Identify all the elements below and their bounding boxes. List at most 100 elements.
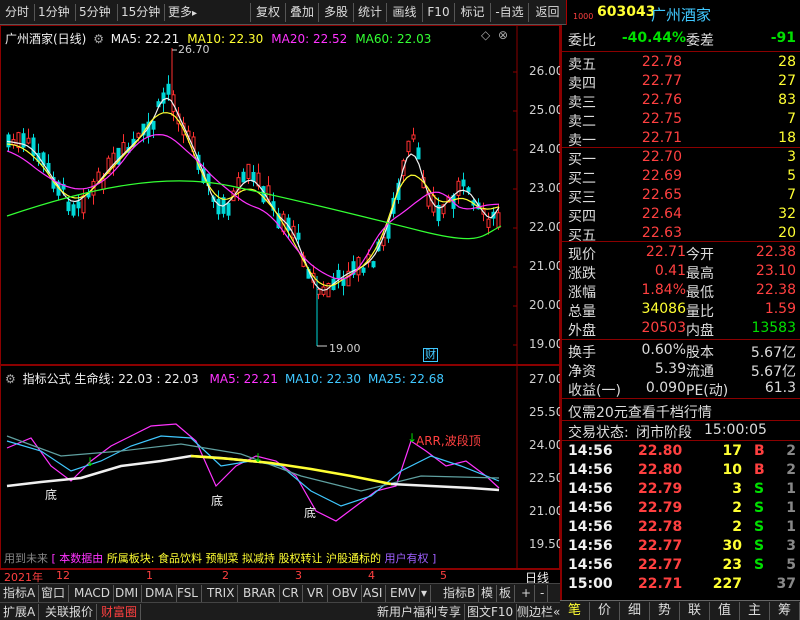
tab-template[interactable]: 模: [478, 585, 498, 602]
order-volume: 83: [778, 92, 796, 108]
candle-body: [361, 267, 366, 273]
period-intraday-button[interactable]: 分时: [5, 4, 29, 21]
tick-side: S: [754, 538, 765, 554]
stat-row: 外盘 20503 内盘 13583: [562, 319, 800, 339]
order-price: 22.75: [641, 111, 682, 127]
tick-volume: 10: [722, 462, 742, 478]
draw-line-button[interactable]: 画线: [386, 3, 422, 22]
buy-order-row[interactable]: 买四 22.64 32: [562, 205, 800, 225]
related-quote-button[interactable]: 关联报价: [42, 604, 98, 620]
period-more-button[interactable]: 更多▸: [164, 4, 197, 21]
wealth-circle-button[interactable]: 财富圈: [98, 604, 142, 620]
tab-indicator-b[interactable]: 指标B: [440, 585, 480, 602]
tick-count: 3: [786, 538, 796, 554]
tick-price: 22.79: [638, 500, 683, 516]
remove-watchlist-button[interactable]: -自选: [490, 3, 528, 22]
tab-chips[interactable]: 筹: [770, 602, 800, 620]
tab-dropdown-icon[interactable]: ▾: [418, 585, 432, 602]
sell-order-row[interactable]: 卖五 22.78 28: [562, 53, 800, 73]
sell-order-row[interactable]: 卖四 22.77 27: [562, 72, 800, 92]
tab-window[interactable]: 窗口: [38, 585, 70, 602]
statistics-button[interactable]: 统计: [353, 3, 386, 22]
weibi-value: -40.44%: [621, 30, 686, 46]
tab-trend[interactable]: 势: [650, 602, 680, 620]
indicator-chart-window[interactable]: ⚙ 指标公式 生命线: 22.03 : 22.03 MA5: 22.21 MA10…: [0, 365, 564, 569]
buy-order-row[interactable]: 买三 22.65 7: [562, 186, 800, 206]
arr-signal-label: ARR,波段顶: [416, 434, 481, 448]
mark-button[interactable]: 标记: [454, 3, 490, 22]
f10-button[interactable]: F10: [422, 3, 454, 22]
tab-obv[interactable]: OBV: [329, 585, 362, 602]
buy-arrow-icon: ↓: [253, 451, 263, 465]
period-1min-button[interactable]: 1分钟: [34, 4, 70, 21]
sell-order-row[interactable]: 卖三 22.76 83: [562, 91, 800, 111]
restore-rights-button[interactable]: 复权: [250, 3, 285, 22]
fund-label: 收益(一): [568, 383, 621, 399]
tab-detail[interactable]: 细: [620, 602, 650, 620]
tab-board[interactable]: 板: [496, 585, 516, 602]
candle-body: [151, 120, 156, 130]
candle-body: [241, 171, 246, 183]
tab-vr[interactable]: VR: [304, 585, 328, 602]
period-5min-button[interactable]: 5分钟: [75, 4, 111, 21]
order-price: 22.78: [641, 54, 682, 70]
stat-row: 涨跌 0.41 最高 23.10: [562, 262, 800, 282]
tick-side: S: [754, 557, 765, 573]
tab-brar[interactable]: BRAR: [240, 585, 280, 602]
sell-order-row[interactable]: 卖一 22.71 18: [562, 129, 800, 149]
period-more-label: 更多: [168, 5, 193, 19]
tick-count: 5: [786, 557, 796, 573]
stock-name: 广州酒家: [651, 6, 712, 24]
zoom-in-button[interactable]: +: [518, 585, 536, 602]
fund-label: PE(动): [686, 383, 729, 399]
buy-order-row[interactable]: 买一 22.70 3: [562, 148, 800, 168]
status-bar: 扩展A 关联报价 财富圈 新用户福利专享 图文F10 侧边栏«: [0, 602, 566, 620]
tick-side: B: [754, 443, 765, 459]
tab-macd[interactable]: MACD: [71, 585, 114, 602]
overlay-button[interactable]: 叠加: [285, 3, 318, 22]
tab-trix[interactable]: TRIX: [204, 585, 239, 602]
tick-count: 1: [786, 500, 796, 516]
tab-dma[interactable]: DMA: [142, 585, 177, 602]
tab-ticks[interactable]: 笔: [560, 602, 590, 620]
finance-badge[interactable]: 财: [423, 348, 438, 362]
tab-price[interactable]: 价: [590, 602, 620, 620]
period-1min-label: 1分钟: [38, 5, 70, 19]
tab-main[interactable]: 主: [740, 602, 770, 620]
tick-count: 2: [786, 443, 796, 459]
candle-body: [411, 134, 416, 140]
order-volume: 7: [787, 111, 796, 127]
tab-link[interactable]: 联: [680, 602, 710, 620]
back-button[interactable]: 返回: [528, 3, 566, 22]
new-user-benefit-link[interactable]: 新用户福利专享: [374, 604, 466, 620]
tab-cr[interactable]: CR: [279, 585, 303, 602]
promo-link[interactable]: 仅需20元查看千档行情: [568, 402, 712, 422]
tab-value[interactable]: 值: [710, 602, 740, 620]
candle-body: [96, 171, 101, 182]
sell-order-row[interactable]: 卖二 22.75 7: [562, 110, 800, 130]
kline-chart-window[interactable]: 广州酒家(日线) ⚙ MA5: 22.21 MA10: 22.30 MA20: 22…: [0, 25, 563, 365]
multi-stock-button[interactable]: 多股: [318, 3, 353, 22]
buy-order-row[interactable]: 买二 22.69 5: [562, 167, 800, 187]
candle-body: [496, 212, 501, 229]
graphic-f10-button[interactable]: 图文F10: [464, 604, 518, 620]
candle-body: [66, 201, 71, 212]
extend-button[interactable]: 扩展A: [0, 604, 40, 620]
bottom-label: 底: [304, 506, 317, 520]
tab-emv[interactable]: EMV: [387, 585, 421, 602]
candle-body: [76, 201, 81, 209]
tab-indicator-a[interactable]: 指标A: [0, 585, 40, 602]
fund-label: 换手: [568, 345, 596, 361]
tab-asi[interactable]: ASI: [360, 585, 387, 602]
tab-fsl[interactable]: FSL: [174, 585, 202, 602]
sidebar-button[interactable]: 侧边栏«: [514, 604, 565, 620]
bottom-label: 底: [211, 494, 224, 508]
promo-row[interactable]: 仅需20元查看千档行情: [562, 401, 800, 421]
stat-value: 22.71: [645, 244, 686, 260]
tab-dmi[interactable]: DMI: [112, 585, 143, 602]
period-5min-label: 5分钟: [79, 5, 111, 19]
period-15min-button[interactable]: 15分钟: [117, 4, 160, 21]
y-tick-label: 25.50: [529, 405, 564, 419]
stat-label: 总量: [568, 304, 596, 320]
zoom-out-button[interactable]: -: [537, 585, 549, 602]
